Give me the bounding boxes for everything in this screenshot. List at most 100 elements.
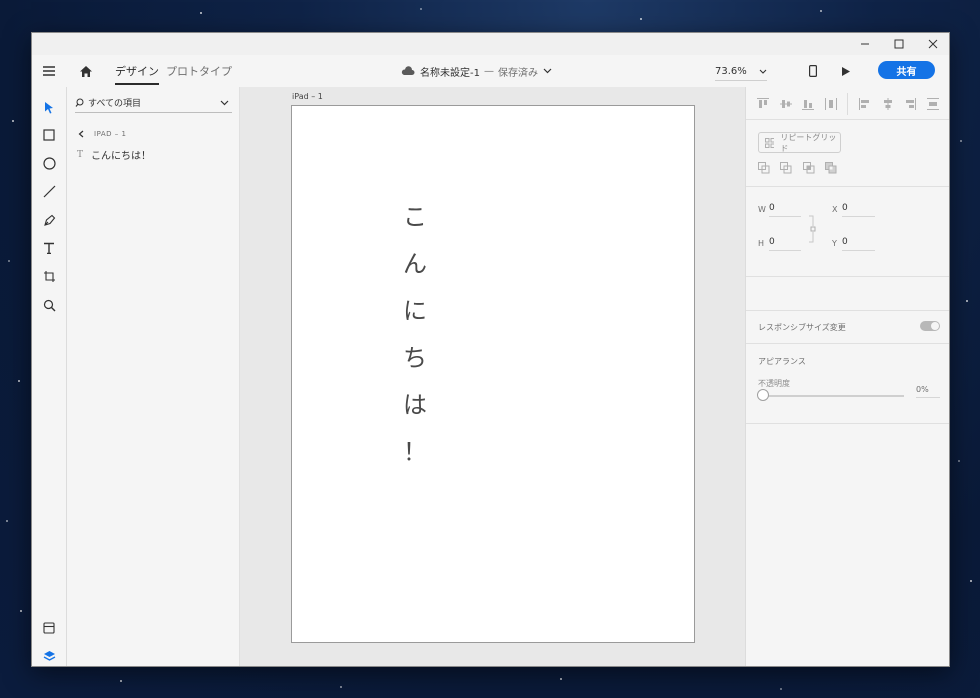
maximize-button[interactable] [882, 33, 916, 55]
design-canvas[interactable]: iPad – 1 こ ん に ち は ！ [240, 87, 745, 666]
boolean-intersect-icon[interactable] [803, 162, 815, 174]
close-button[interactable] [916, 33, 949, 55]
menu-button[interactable] [42, 55, 56, 87]
width-label: W [758, 205, 766, 214]
title-bar [32, 33, 949, 55]
text-char: ！ [403, 438, 427, 466]
pen-tool[interactable] [40, 211, 58, 229]
assets-panel-button[interactable] [40, 619, 58, 637]
layer-filter-label: すべての項目 [88, 99, 142, 109]
opacity-value[interactable]: 0% [916, 385, 940, 398]
share-label: 共有 [896, 66, 917, 78]
y-label: Y [832, 239, 837, 248]
pen-icon [43, 214, 55, 226]
section-divider [746, 310, 949, 311]
minimize-button[interactable] [848, 33, 882, 55]
distribute-vertical-icon[interactable] [926, 97, 940, 111]
tool-rail [32, 87, 67, 666]
home-icon [80, 65, 92, 77]
chevron-left-icon [78, 130, 84, 138]
device-preview-button[interactable] [809, 55, 817, 87]
zoom-tool[interactable] [40, 296, 58, 314]
cloud-icon [401, 66, 415, 75]
text-layer-icon: T [77, 149, 84, 160]
preview-play-button[interactable] [841, 55, 851, 87]
width-field[interactable]: 0 [769, 203, 801, 217]
boolean-add-icon[interactable] [758, 162, 770, 174]
zoom-dropdown[interactable]: 73.6% [715, 55, 767, 87]
zoom-icon [43, 299, 55, 311]
repeat-grid-label: リピートグリッド [780, 132, 837, 153]
ellipse-tool[interactable] [40, 154, 58, 172]
layer-filter-dropdown[interactable]: すべての項目 [75, 93, 232, 113]
text-tool[interactable] [40, 239, 58, 257]
section-divider [746, 276, 949, 277]
repeat-grid-button[interactable]: リピートグリッド [758, 132, 841, 153]
tab-prototype-label: プロトタイプ [166, 65, 232, 78]
align-left-icon[interactable] [858, 97, 872, 111]
align-bottom-icon[interactable] [801, 97, 815, 111]
mobile-device-icon [809, 65, 817, 77]
lock-aspect-icon[interactable] [808, 215, 816, 243]
line-icon [43, 185, 55, 197]
rectangle-icon [43, 129, 55, 141]
artboard-icon [43, 270, 55, 282]
grid-icon [765, 137, 775, 148]
tab-prototype[interactable]: プロトタイプ [166, 55, 232, 87]
section-divider [746, 119, 949, 120]
tab-design-label: デザイン [115, 65, 159, 78]
active-tab-indicator [115, 83, 159, 85]
home-button[interactable] [79, 55, 93, 87]
maximize-icon [894, 39, 904, 49]
section-divider [746, 423, 949, 424]
rectangle-tool[interactable] [40, 126, 58, 144]
search-icon [75, 98, 84, 107]
line-tool[interactable] [40, 182, 58, 200]
zoom-underline [715, 80, 767, 81]
align-top-icon[interactable] [756, 97, 770, 111]
zoom-level: 73.6% [715, 65, 747, 77]
layers-icon [43, 651, 55, 661]
layer-item[interactable]: T こんにちは！ [77, 147, 151, 163]
text-char: は [403, 391, 427, 419]
save-status: 保存済み [497, 67, 538, 79]
responsive-resize-label: レスポンシブサイズ変更 [758, 323, 846, 332]
assets-icon [43, 622, 55, 634]
app-toolbar: デザイン プロトタイプ 名称未設定-1 — 保存済み 73.6% [32, 55, 949, 87]
artboard-breadcrumb[interactable]: IPAD – 1 [78, 130, 126, 138]
chevron-down-icon [543, 68, 552, 74]
appearance-heading: アピアランス [758, 357, 806, 366]
vertical-text-object[interactable]: こ ん に ち は ！ [398, 194, 432, 476]
boolean-exclude-icon[interactable] [825, 162, 837, 174]
x-field[interactable]: 0 [842, 203, 875, 217]
select-tool[interactable] [40, 98, 58, 116]
opacity-slider-knob[interactable] [757, 389, 769, 401]
y-field[interactable]: 0 [842, 237, 875, 251]
align-right-icon[interactable] [903, 97, 917, 111]
text-icon [44, 242, 54, 254]
artboard-ipad[interactable]: こ ん に ち は ！ [291, 105, 695, 643]
artboard-tool[interactable] [40, 267, 58, 285]
text-char: ん [403, 250, 427, 278]
distribute-horizontal-icon[interactable] [824, 97, 838, 111]
tab-design[interactable]: デザイン [115, 55, 159, 87]
boolean-subtract-icon[interactable] [780, 162, 792, 174]
text-char: こ [403, 203, 427, 231]
artboard-title[interactable]: iPad – 1 [292, 92, 323, 101]
layers-panel-button[interactable] [40, 647, 58, 665]
title-separator: — [483, 65, 494, 77]
height-field[interactable]: 0 [769, 237, 801, 251]
select-icon [45, 101, 53, 113]
document-title-dropdown[interactable]: 名称未設定-1 — 保存済み [400, 55, 552, 87]
height-label: H [758, 239, 765, 248]
minimize-icon [861, 43, 869, 45]
responsive-resize-toggle[interactable] [920, 321, 940, 331]
align-middle-icon[interactable] [779, 97, 793, 111]
layers-panel: すべての項目 IPAD – 1 T こんにちは！ [67, 87, 240, 666]
text-char: に [403, 297, 427, 325]
align-center-icon[interactable] [881, 97, 895, 111]
text-char: ち [403, 344, 427, 372]
opacity-slider-track[interactable] [766, 395, 904, 397]
x-label: X [832, 205, 838, 214]
share-button[interactable]: 共有 [878, 61, 935, 79]
